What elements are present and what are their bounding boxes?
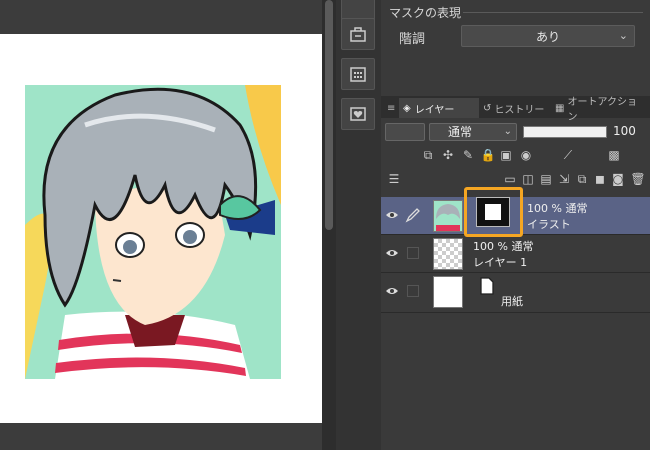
camera-icon[interactable]: ◙ <box>609 170 627 188</box>
history-icon: ↺ <box>483 102 492 114</box>
new-raster-layer-icon[interactable]: ▭ <box>501 170 519 188</box>
layers-icon: ◈ <box>403 102 411 114</box>
tone-select[interactable]: あり ⌄ <box>461 25 635 47</box>
layer-blend-info: 100 % 通常 <box>473 240 534 253</box>
draft-icon[interactable]: ✎ <box>459 146 477 164</box>
tab-strip: ≡ ◈ レイヤー ↺ ヒストリー ▦ オートアクション <box>381 96 650 123</box>
calendar-icon[interactable] <box>341 58 375 90</box>
layer-row-illustration[interactable]: 100 % 通常 イラスト <box>381 187 650 237</box>
blend-mode-value: 通常 <box>448 125 473 139</box>
blend-mode-select[interactable]: 通常 ⌄ <box>429 123 517 141</box>
layer-blend-info: 100 % 通常 <box>527 202 588 215</box>
layer-mask-thumbnail[interactable] <box>476 197 510 227</box>
chevron-down-icon: ⌄ <box>618 29 628 42</box>
tone-label: 階調 <box>399 32 426 47</box>
panel-menu-icon[interactable]: ≡ <box>383 98 399 118</box>
reference-icon[interactable]: ✣ <box>439 146 457 164</box>
palette-icon-column <box>336 0 381 450</box>
layer-thumbnail <box>433 238 463 270</box>
auto-action-icon: ▦ <box>555 102 565 114</box>
opacity-slider[interactable] <box>523 126 607 138</box>
canvas-area[interactable] <box>0 0 322 450</box>
layer-tool-row-1: ⧉ ✣ ✎ 🔒 ▣ ◉ ⟋ ▩ <box>381 146 650 170</box>
layer-property-icon[interactable]: ☰ <box>385 170 403 188</box>
layer-name: レイヤー 1 <box>473 256 528 269</box>
mask-enable-icon[interactable]: ◉ <box>517 146 535 164</box>
lock-icon[interactable]: 🔒 <box>479 146 497 164</box>
opacity-fill <box>524 127 606 137</box>
layer-name: 用紙 <box>501 295 523 308</box>
opacity-value[interactable]: 100 <box>613 124 636 138</box>
canvas-paper[interactable] <box>0 34 322 423</box>
blend-row: 通常 ⌄ 100 <box>381 120 650 144</box>
favorite-material-icon[interactable] <box>341 98 375 130</box>
combine-icon[interactable]: ⧉ <box>573 170 591 188</box>
illustration-artwork <box>25 85 281 379</box>
eye-icon[interactable] <box>385 247 399 259</box>
eye-icon[interactable] <box>385 209 399 221</box>
layer-color-button[interactable] <box>385 123 425 141</box>
layer-thumbnail <box>433 200 463 232</box>
layer-list: 100 % 通常 イラスト 100 % 通常 レイヤー 1 用紙 <box>381 187 650 450</box>
layer-color-icon[interactable]: ▩ <box>605 146 623 164</box>
layer-thumbnail <box>433 276 463 308</box>
tab-history-label: ヒストリー <box>494 104 545 116</box>
layer-mask-thumbnail-highlight[interactable] <box>464 187 523 237</box>
transfer-down-icon[interactable]: ⇲ <box>555 170 573 188</box>
property-panel: マスクの表現 階調 あり ⌄ <box>381 0 650 96</box>
edit-target-checkbox[interactable] <box>407 285 419 297</box>
tab-layer-label: レイヤー <box>414 104 455 116</box>
material-icon[interactable] <box>341 18 375 50</box>
mask-section-header: マスクの表現 <box>389 6 462 20</box>
new-vector-layer-icon[interactable]: ◫ <box>519 170 537 188</box>
mask-white-area <box>485 204 501 220</box>
divider <box>463 12 643 13</box>
canvas-vertical-scrollbar[interactable] <box>322 0 336 450</box>
layer-name: イラスト <box>527 218 571 231</box>
ruler-icon[interactable]: ⟋ <box>559 146 577 164</box>
paper-icon <box>480 277 494 295</box>
layer-panel: ≡ ◈ レイヤー ↺ ヒストリー ▦ オートアクション 通常 ⌄ 100 ⧉ ✣… <box>381 96 650 450</box>
edit-target-checkbox[interactable] <box>407 247 419 259</box>
scrollbar-thumb[interactable] <box>325 0 333 230</box>
tab-history[interactable]: ↺ ヒストリー <box>479 98 549 118</box>
pencil-icon[interactable] <box>405 207 421 223</box>
mask-icon[interactable]: ◼ <box>591 170 609 188</box>
layer-row-paper[interactable]: 用紙 <box>381 273 650 313</box>
chevron-down-icon: ⌄ <box>503 126 512 137</box>
eye-icon[interactable] <box>385 285 399 297</box>
tab-layer[interactable]: ◈ レイヤー <box>399 98 479 118</box>
tab-auto-action[interactable]: ▦ オートアクション <box>551 97 650 123</box>
new-folder-icon[interactable]: ▤ <box>537 170 555 188</box>
layer-row-layer1[interactable]: 100 % 通常 レイヤー 1 <box>381 235 650 273</box>
tab-auto-action-label: オートアクション <box>567 97 637 123</box>
clip-icon[interactable]: ⧉ <box>419 146 437 164</box>
tone-select-value: あり <box>535 29 560 44</box>
trash-icon[interactable]: 🗑 <box>629 170 647 188</box>
lock-transparency-icon[interactable]: ▣ <box>497 146 515 164</box>
